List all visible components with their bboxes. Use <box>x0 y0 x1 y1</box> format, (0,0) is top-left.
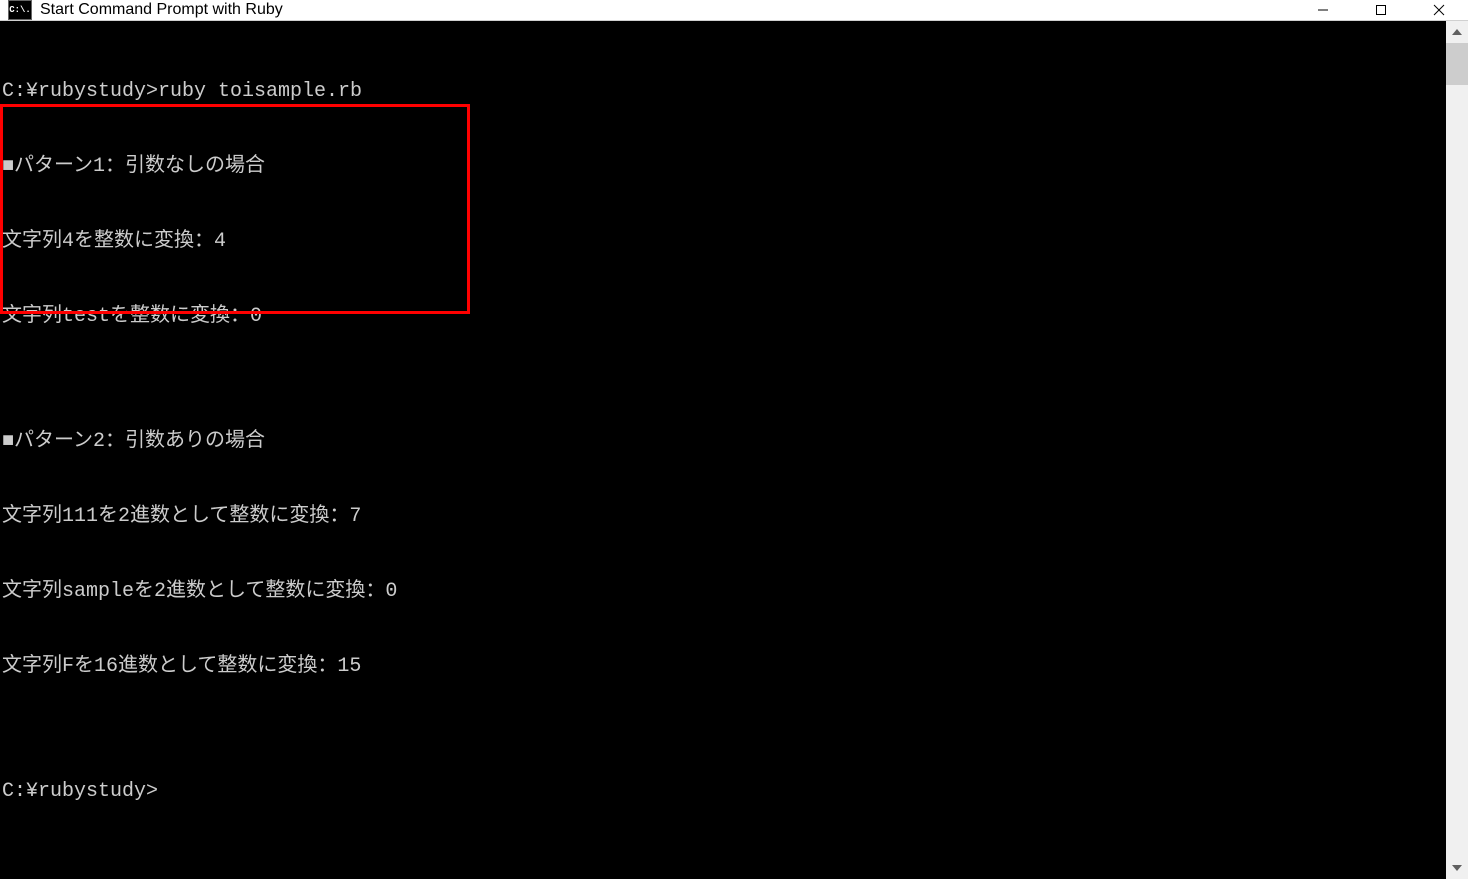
chevron-down-icon <box>1452 865 1462 871</box>
terminal-line: ■パターン1：引数なしの場合 <box>2 154 1446 179</box>
terminal-line: C:¥rubystudy>ruby toisample.rb <box>2 79 1446 104</box>
minimize-icon <box>1317 4 1329 16</box>
scroll-up-button[interactable] <box>1446 21 1468 43</box>
terminal-line: 文字列testを整数に変換：0 <box>2 304 1446 329</box>
scroll-down-button[interactable] <box>1446 857 1468 879</box>
terminal-line: ■パターン2：引数ありの場合 <box>2 429 1446 454</box>
close-icon <box>1433 4 1445 16</box>
window-title: Start Command Prompt with Ruby <box>40 1 1294 19</box>
scroll-thumb[interactable] <box>1446 43 1468 85</box>
window-controls <box>1294 0 1468 20</box>
terminal-line: 文字列4を整数に変換：4 <box>2 229 1446 254</box>
terminal-line: C:¥rubystudy> <box>2 779 1446 804</box>
maximize-icon <box>1375 4 1387 16</box>
chevron-up-icon <box>1452 29 1462 35</box>
terminal-line: 文字列Fを16進数として整数に変換：15 <box>2 654 1446 679</box>
terminal-container: C:¥rubystudy>ruby toisample.rb ■パターン1：引数… <box>0 21 1468 879</box>
vertical-scrollbar[interactable] <box>1446 21 1468 879</box>
app-icon: C:\. <box>8 0 32 20</box>
terminal-output[interactable]: C:¥rubystudy>ruby toisample.rb ■パターン1：引数… <box>0 21 1446 879</box>
maximize-button[interactable] <box>1352 0 1410 20</box>
scroll-track[interactable] <box>1446 43 1468 857</box>
highlight-annotation <box>0 104 470 314</box>
minimize-button[interactable] <box>1294 0 1352 20</box>
terminal-line: 文字列111を2進数として整数に変換：7 <box>2 504 1446 529</box>
terminal-line: 文字列sampleを2進数として整数に変換：0 <box>2 579 1446 604</box>
close-button[interactable] <box>1410 0 1468 20</box>
window-titlebar: C:\. Start Command Prompt with Ruby <box>0 0 1468 21</box>
